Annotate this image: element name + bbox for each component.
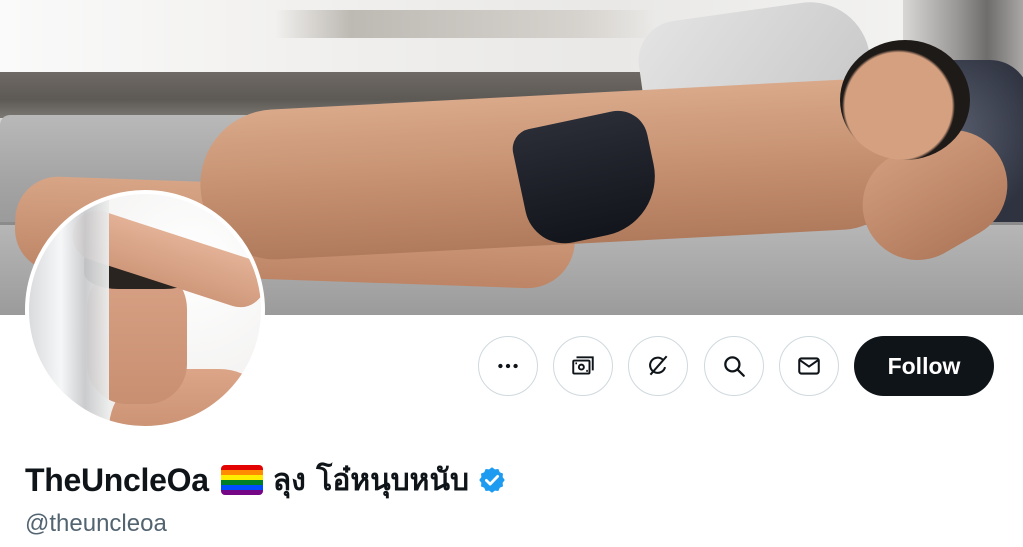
banner-shade — [275, 10, 655, 38]
display-name: TheUncleOa — [25, 461, 209, 498]
search-icon — [724, 356, 745, 377]
grok-button[interactable] — [628, 336, 688, 396]
verified-badge-icon[interactable] — [477, 465, 507, 495]
grok-icon — [649, 355, 668, 376]
display-name-thai: ลุง โอ๋หนุบหนับ — [272, 462, 469, 498]
message-button[interactable] — [779, 336, 839, 396]
rainbow-flag-icon — [220, 465, 263, 495]
money-icon — [572, 356, 594, 375]
banner-figure-head — [840, 40, 970, 160]
profile-actions: Follow — [0, 336, 1023, 398]
envelope-icon — [798, 357, 820, 375]
username-handle: @theuncleoa — [25, 510, 167, 537]
more-options-button[interactable] — [478, 336, 538, 396]
follow-button[interactable]: Follow — [854, 336, 994, 396]
search-button[interactable] — [704, 336, 764, 396]
name-row: TheUncleOa ลุง โอ๋หนุบหนับ — [25, 458, 507, 502]
ellipsis-icon — [498, 363, 518, 369]
subscribe-button[interactable] — [553, 336, 613, 396]
